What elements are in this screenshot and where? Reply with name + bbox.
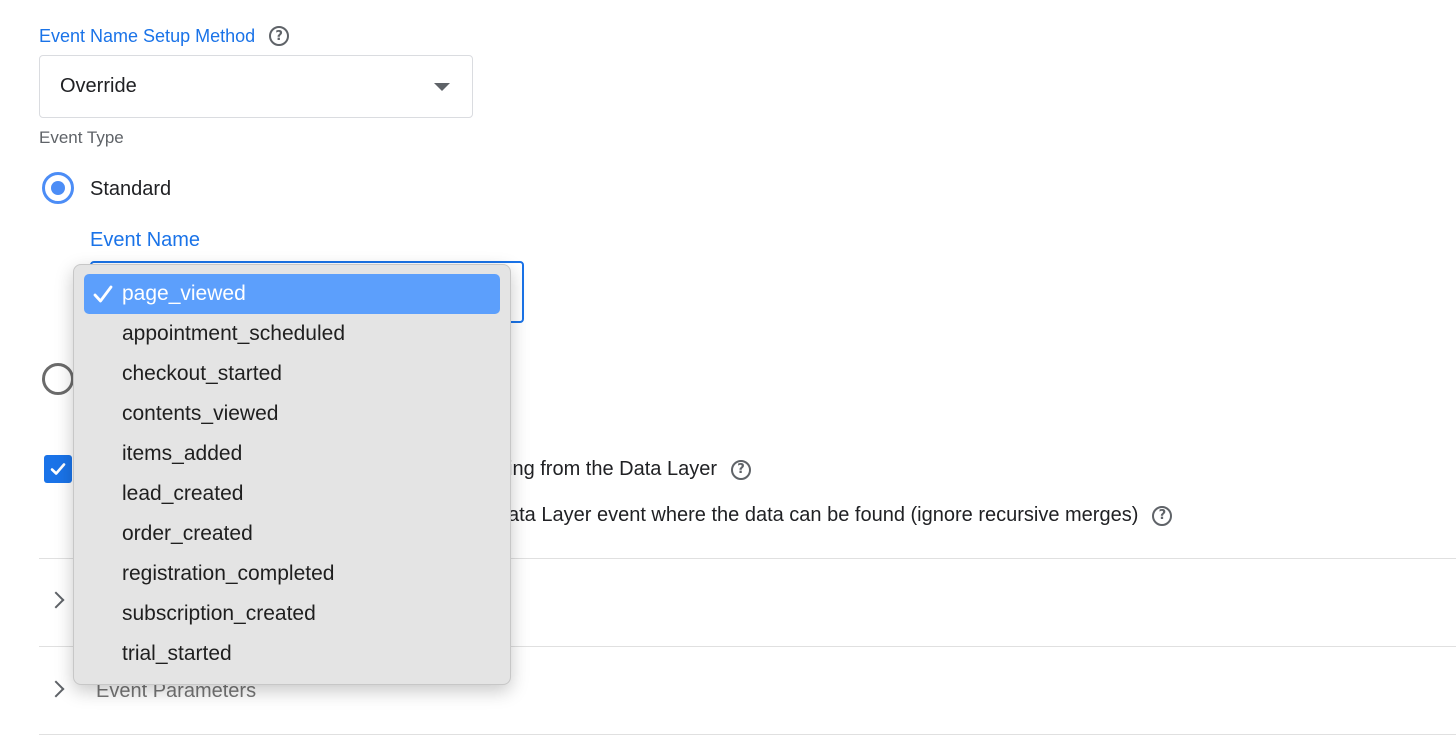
dropdown-option-label: lead_created xyxy=(122,482,244,505)
dropdown-option-label: items_added xyxy=(122,442,243,465)
data-layer-option-label: ing from the Data Layer xyxy=(508,458,717,480)
dropdown-option-label: order_created xyxy=(122,522,253,545)
question-circle-icon[interactable]: ? xyxy=(731,459,751,480)
chevron-right-icon[interactable] xyxy=(47,591,65,609)
dropdown-option[interactable]: appointment_scheduled xyxy=(84,314,500,354)
question-circle-icon[interactable]: ? xyxy=(1152,505,1173,526)
section-divider xyxy=(39,734,1456,735)
dropdown-option-label: checkout_started xyxy=(122,362,282,385)
dropdown-option[interactable]: contents_viewed xyxy=(84,394,500,434)
chevron-right-icon[interactable] xyxy=(47,680,65,698)
dropdown-option-label: subscription_created xyxy=(122,602,316,625)
event-name-dropdown-menu: page_viewed appointment_scheduled checkout… xyxy=(73,264,511,685)
dropdown-option[interactable]: page_viewed xyxy=(84,274,500,314)
dropdown-option[interactable]: items_added xyxy=(84,434,500,474)
dropdown-option-label: trial_started xyxy=(122,642,232,665)
dropdown-option[interactable]: trial_started xyxy=(84,634,500,674)
caret-down-icon xyxy=(434,83,450,91)
event-name-setup-select[interactable]: Override xyxy=(39,55,473,118)
event-type-label: Event Type xyxy=(39,128,124,147)
custom-radio[interactable] xyxy=(42,363,74,395)
dropdown-option[interactable]: order_created xyxy=(84,514,500,554)
event-name-setup-label-text: Event Name Setup Method xyxy=(39,26,256,46)
dropdown-option[interactable]: subscription_created xyxy=(84,594,500,634)
checkmark-icon xyxy=(93,285,113,303)
select-value: Override xyxy=(60,75,137,97)
dropdown-option-label: appointment_scheduled xyxy=(122,322,346,345)
data-layer-option-text: ing from the Data Layer ? xyxy=(508,458,751,481)
event-name-setup-label: Event Name Setup Method ? xyxy=(39,24,290,48)
data-layer-event-label: ata Layer event where the data can be fo… xyxy=(508,504,1139,526)
dropdown-option[interactable]: lead_created xyxy=(84,474,500,514)
dropdown-option-label: registration_completed xyxy=(122,562,335,585)
dropdown-option-label: contents_viewed xyxy=(122,402,279,425)
data-layer-checkbox[interactable] xyxy=(44,455,72,483)
question-circle-icon[interactable]: ? xyxy=(269,26,290,46)
checkmark-icon xyxy=(50,463,66,475)
dropdown-option[interactable]: checkout_started xyxy=(84,354,500,394)
dropdown-option[interactable]: registration_completed xyxy=(84,554,500,594)
event-name-label: Event Name xyxy=(90,229,201,251)
dropdown-option-label: page_viewed xyxy=(122,282,246,305)
standard-radio[interactable] xyxy=(42,172,74,204)
data-layer-event-text: ata Layer event where the data can be fo… xyxy=(508,504,1173,527)
standard-radio-label[interactable]: Standard xyxy=(90,178,171,201)
